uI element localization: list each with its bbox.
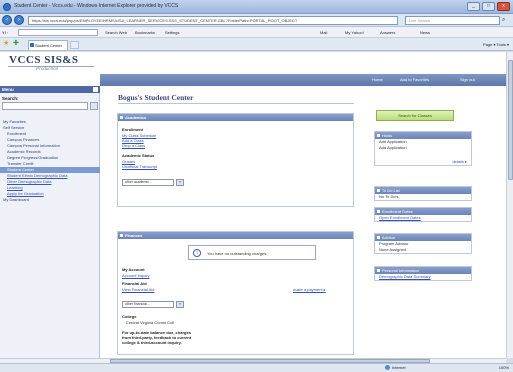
search-icon[interactable]: ⌕: [502, 16, 511, 25]
sidebar-box-header: To Do List: [375, 187, 471, 194]
tab-student-center[interactable]: Student Center: [28, 40, 68, 50]
sidebar-box-header: Holds: [375, 132, 471, 139]
info-icon: i: [193, 249, 201, 257]
toolbar-item-settings[interactable]: Settings: [165, 29, 179, 36]
academics-other-select[interactable]: other academic...: [122, 179, 174, 186]
left-menu: Menu Search: My Favorites Self Service Enr…: [0, 86, 100, 358]
minimize-button[interactable]: _: [467, 2, 480, 11]
college-label: College: [122, 314, 137, 319]
toolbar-item-mail[interactable]: Mail: [320, 29, 327, 36]
command-bar[interactable]: Page ▾ Tools ▾: [483, 41, 509, 48]
window-controls: _ □ x: [467, 2, 510, 11]
menu-header: Menu: [0, 86, 100, 93]
sidebar-box-header: Personal Information: [375, 267, 471, 274]
menu-title: Menu: [2, 87, 14, 92]
close-button[interactable]: x: [497, 2, 510, 11]
finances-header: Finances: [118, 232, 353, 239]
maximize-button[interactable]: □: [482, 2, 495, 11]
view-financial-aid-link[interactable]: View Financial Aid: [122, 287, 154, 292]
vertical-scrollbar[interactable]: [506, 52, 513, 358]
page-favicon-icon: [30, 43, 34, 47]
add-favorites-icon[interactable]: ✚: [13, 40, 19, 48]
charges-notice-text: You have no outstanding charges.: [207, 251, 268, 256]
window-titlebar: Student Center - Vccs.edu - Windows Inte…: [0, 0, 513, 14]
college-value: Central Virginia Comm Coll: [126, 320, 175, 325]
address-bar[interactable]: https://sis.vccs.edu/psp/ps/EMPLOYEE/HRM…: [28, 16, 398, 25]
sidebar-box-details-link[interactable]: details ▸: [375, 159, 471, 165]
new-tab-button[interactable]: [70, 41, 79, 49]
search-classes-button[interactable]: Search for Classes: [376, 110, 454, 121]
finances-go-button[interactable]: »: [176, 301, 184, 308]
topnav-home[interactable]: Home: [372, 77, 383, 83]
address-row: ‹ › https://sis.vccs.edu/psp/ps/EMPLOYEE…: [0, 14, 513, 27]
status-bar: Internet 100%: [0, 363, 513, 372]
title-divider: [118, 103, 354, 104]
academic-status-label: Academic Status: [122, 153, 155, 158]
toolbar-item-search-web[interactable]: Search Web: [105, 29, 127, 36]
menu-search-input[interactable]: [2, 102, 88, 110]
search-input[interactable]: Live Search: [405, 16, 500, 25]
yahoo-toolbar: Y! · Search Web Bookmarks Settings Mail …: [0, 27, 513, 38]
account-inquiry-link[interactable]: Account Inquiry: [122, 273, 150, 278]
favorites-star-icon[interactable]: ★: [3, 40, 9, 48]
window-title: Student Center - Vccs.edu - Windows Inte…: [14, 3, 179, 9]
site-logo-area: VCCS SIS&S Production: [0, 52, 100, 86]
menu-search-label: Search:: [2, 96, 19, 101]
academics-go-button[interactable]: »: [176, 179, 184, 186]
forward-button[interactable]: ›: [14, 15, 24, 25]
toolbar-item-news[interactable]: News: [420, 29, 430, 36]
academics-header: Academics: [118, 114, 353, 121]
sidebar-box: To Do List No To Do's.: [374, 186, 472, 201]
tab-row: ★ ✚ Student Center Page ▾ Tools ▾: [0, 38, 513, 51]
right-sidebar: Search for Classes Holds Add Application A…: [372, 86, 500, 358]
transcript-link[interactable]: Unofficial Transcript: [122, 164, 157, 169]
vertical-scroll-thumb[interactable]: [508, 60, 513, 180]
sidebar-box-row[interactable]: Open Enrollment Dates: [375, 215, 471, 221]
sidebar-box-row: No To Do's.: [379, 194, 400, 199]
ie-logo-icon: [3, 3, 11, 11]
site-logo: VCCS SIS&S: [9, 54, 79, 66]
toolbar-item-answers[interactable]: Answers: [380, 29, 395, 36]
menu-item[interactable]: My Dashboard: [0, 197, 100, 203]
menu-list: My Favorites Self Service Enrollment Campus…: [0, 119, 100, 203]
zone-label: Internet: [392, 365, 406, 370]
finances-section: Finances My Account Account Inquiry Fina…: [117, 231, 354, 355]
tab-label: Student Center: [35, 43, 62, 48]
security-zone: Internet: [385, 365, 406, 371]
back-button[interactable]: ‹: [2, 15, 12, 25]
site-top-nav: Home Add to Favorites Sign out: [100, 74, 506, 86]
page-title: Bogus's Student Center: [118, 93, 194, 102]
sidebar-box-header: Enrollment Dates: [375, 208, 471, 215]
financial-aid-label: Financial Aid: [122, 281, 147, 286]
topnav-sign-out[interactable]: Sign out: [460, 77, 475, 83]
toolbar-search-input[interactable]: [18, 29, 98, 36]
menu-collapse-icon[interactable]: [93, 87, 98, 92]
topnav-add-favorites[interactable]: Add to Favorites: [400, 77, 429, 83]
charges-notice: i You have no outstanding charges.: [188, 245, 316, 260]
sidebar-box: Personal Information Demographic Data Sum…: [374, 266, 472, 281]
page-content: VCCS SIS&S Production Home Add to Favori…: [0, 52, 506, 358]
toolbar-item-bookmarks[interactable]: Bookmarks: [135, 29, 155, 36]
main-panel: Bogus's Student Center Academics Enrollm…: [112, 86, 354, 358]
drop-class-link[interactable]: Drop a Class: [122, 143, 145, 148]
sidebar-box-row: None Assigned: [379, 247, 406, 252]
zoom-level[interactable]: 100%: [499, 365, 509, 371]
enrollment-label: Enrollment: [122, 127, 143, 132]
yahoo-logo: Y! ·: [2, 30, 9, 35]
make-payment-link[interactable]: make a payment ▸: [293, 287, 326, 292]
sidebar-box: Holds Add Application Add Application detai…: [374, 131, 472, 166]
toolbar-item-my-yahoo[interactable]: My Yahoo!: [345, 29, 364, 36]
sidebar-box-row[interactable]: Demographic Data Summary: [375, 274, 471, 280]
sidebar-box-header: Advisor: [375, 234, 471, 241]
site-logo-subtitle: Production: [36, 67, 59, 72]
balance-note: For up-to-date balance due, charges from…: [122, 330, 192, 345]
sidebar-box: Enrollment Dates Open Enrollment Dates: [374, 207, 472, 222]
academics-section: Academics Enrollment My Class Schedule A…: [117, 113, 354, 207]
sidebar-box-row: Add Application: [379, 145, 407, 150]
sidebar-box: Advisor Program Advisor None Assigned: [374, 233, 472, 254]
menu-search-go-button[interactable]: [90, 102, 98, 110]
finances-other-select[interactable]: other financial...: [122, 301, 174, 308]
globe-icon: [385, 365, 390, 371]
my-account-label: My Account: [122, 267, 145, 272]
